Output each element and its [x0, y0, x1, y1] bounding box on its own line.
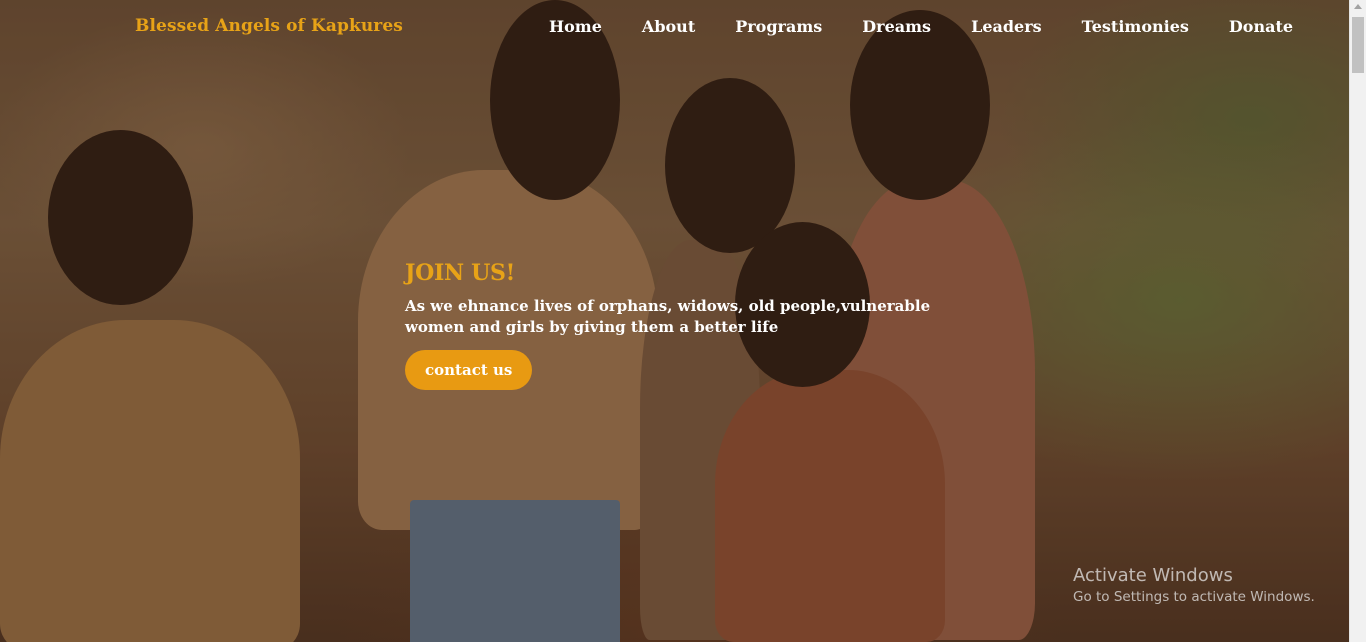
- nav-link-home[interactable]: Home: [549, 17, 602, 36]
- nav-link-programs[interactable]: Programs: [735, 17, 822, 36]
- nav-link-about[interactable]: About: [642, 17, 695, 36]
- nav-item-donate: Donate: [1229, 17, 1293, 36]
- watermark-subtitle: Go to Settings to activate Windows.: [1073, 589, 1315, 605]
- watermark-title: Activate Windows: [1073, 565, 1233, 586]
- hero-title: JOIN US!: [405, 260, 515, 286]
- landing-page: Blessed Angels of Kapkures Home About Pr…: [0, 0, 1366, 642]
- nav-link-leaders[interactable]: Leaders: [971, 17, 1042, 36]
- top-navigation: Blessed Angels of Kapkures Home About Pr…: [0, 0, 1349, 58]
- hero-description: As we ehnance lives of orphans, widows, …: [405, 297, 931, 336]
- vertical-scrollbar[interactable]: [1349, 0, 1366, 642]
- nav-item-programs: Programs: [735, 17, 862, 36]
- nav-item-home: Home: [549, 17, 642, 36]
- activate-windows-watermark: Activate Windows Go to Settings to activ…: [1073, 565, 1315, 605]
- chevron-up-icon[interactable]: [1354, 4, 1362, 9]
- scrollbar-thumb[interactable]: [1352, 17, 1364, 73]
- nav-item-dreams: Dreams: [862, 17, 971, 36]
- nav-menu: Home About Programs Dreams Leaders Testi…: [549, 17, 1293, 36]
- contact-us-button[interactable]: contact us: [405, 350, 533, 390]
- nav-item-leaders: Leaders: [971, 17, 1082, 36]
- nav-link-donate[interactable]: Donate: [1229, 17, 1293, 36]
- nav-item-about: About: [642, 17, 735, 36]
- nav-link-testimonies[interactable]: Testimonies: [1082, 17, 1189, 36]
- nav-link-dreams[interactable]: Dreams: [862, 17, 931, 36]
- nav-item-testimonies: Testimonies: [1082, 17, 1229, 36]
- hero-section: JOIN US! As we ehnance lives of orphans,…: [405, 260, 965, 390]
- brand-logo-link[interactable]: Blessed Angels of Kapkures: [135, 16, 403, 36]
